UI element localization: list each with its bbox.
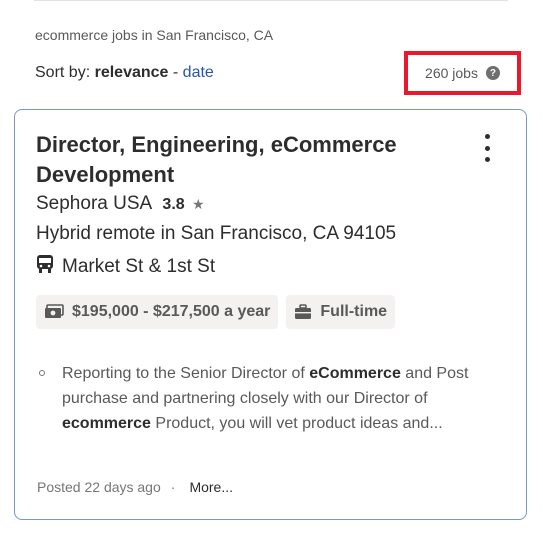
company-row: Sephora USA 3.8 ★ (36, 193, 205, 215)
job-count-highlight: 260 jobs ? (404, 51, 521, 95)
snippet-text: Reporting to the Senior Director of eCom… (62, 365, 469, 432)
bus-icon (36, 254, 54, 280)
more-link[interactable]: More... (189, 479, 233, 495)
kebab-menu-icon[interactable] (477, 134, 497, 162)
salary-tag: $195,000 - $217,500 a year (36, 295, 279, 329)
bullet-icon (39, 370, 45, 376)
job-location: Hybrid remote in San Francisco, CA 94105 (36, 223, 397, 244)
money-icon (44, 304, 64, 320)
job-title-line-2: Development (36, 162, 175, 187)
job-type-tag: Full-time (286, 295, 396, 329)
sort-separator: - (172, 64, 179, 81)
company-name[interactable]: Sephora USA (36, 193, 151, 214)
job-type-text: Full-time (320, 303, 388, 320)
star-icon: ★ (191, 196, 205, 212)
salary-text: $195,000 - $217,500 a year (72, 303, 271, 320)
job-title[interactable]: Director, Engineering, eCommerce Develop… (36, 130, 456, 190)
briefcase-icon (294, 304, 312, 320)
job-meta: Posted 22 days ago · More... (37, 479, 233, 495)
job-attributes: $195,000 - $217,500 a year Full-time (36, 295, 396, 329)
top-divider (34, 0, 508, 1)
company-rating: 3.8 (162, 196, 185, 213)
meta-separator: · (170, 479, 176, 495)
job-title-line-1: Director, Engineering, eCommerce (36, 132, 397, 157)
transit-row: Market St & 1st St (36, 254, 215, 280)
sort-relevance: relevance (94, 64, 169, 81)
search-context: ecommerce jobs in San Francisco, CA (35, 27, 274, 43)
transit-stop: Market St & 1st St (62, 256, 216, 277)
help-icon[interactable]: ? (485, 66, 500, 80)
job-card[interactable]: Director, Engineering, eCommerce Develop… (14, 109, 527, 520)
sort-label: Sort by: (35, 64, 91, 81)
job-count: 260 jobs (425, 65, 478, 81)
sort-controls: Sort by: relevance - date (35, 64, 214, 82)
posted-date: Posted 22 days ago (37, 479, 161, 495)
sort-by-date-link[interactable]: date (183, 64, 214, 81)
job-snippet: Reporting to the Senior Director of eCom… (39, 361, 489, 436)
